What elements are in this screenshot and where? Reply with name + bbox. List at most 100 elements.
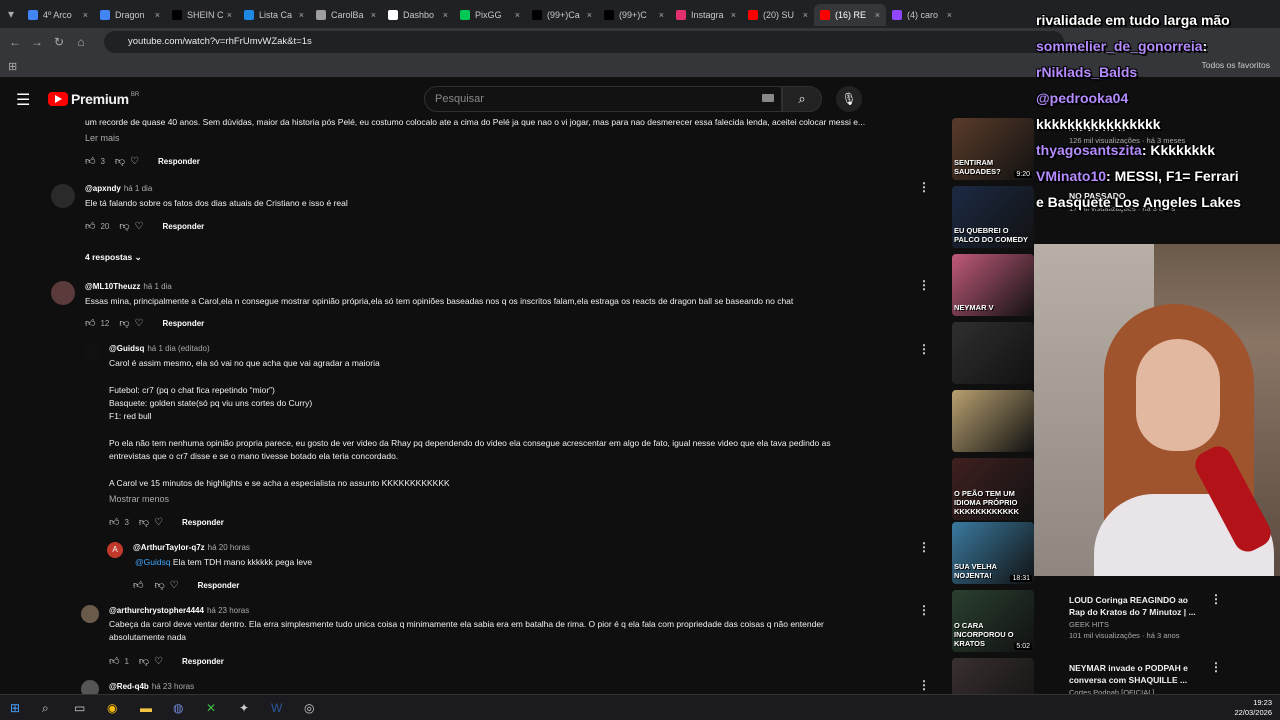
comment-author[interactable]: @apxndy há 1 dia [85, 184, 152, 193]
channel-name[interactable]: GEEK HITS [1069, 620, 1201, 629]
tab-close-icon[interactable]: × [731, 10, 736, 20]
mic-icon[interactable]: 🎙 [836, 86, 862, 112]
comment-menu-icon[interactable]: ⋮ [918, 342, 930, 356]
dislike-icon[interactable]: 👎︎ [119, 317, 129, 329]
reply-button[interactable]: Responder [182, 657, 224, 666]
video-title[interactable]: NEYMAR invade o PODPAH e conversa com SH… [1069, 662, 1201, 686]
home-icon[interactable]: ⌂ [70, 35, 92, 49]
dislike-icon[interactable]: 👎︎ [119, 220, 129, 232]
app-icon[interactable]: ✦ [239, 701, 249, 715]
forward-icon[interactable]: → [26, 35, 48, 49]
xbox-icon[interactable]: ✕ [206, 701, 216, 715]
video-thumbnail[interactable]: EU QUEBREI O PALCO DO COMEDY [952, 186, 1034, 248]
like-icon[interactable]: 👍︎ [109, 516, 119, 528]
like-icon[interactable]: 👍︎ [85, 317, 95, 329]
avatar[interactable] [51, 184, 75, 208]
dislike-icon[interactable]: 👎︎ [139, 516, 149, 528]
heart-icon[interactable]: ♡ [135, 318, 144, 329]
read-more-link[interactable]: Ler mais [85, 133, 120, 143]
reply-button[interactable]: Responder [158, 157, 200, 166]
avatar[interactable] [81, 680, 99, 694]
task-view-icon[interactable]: ▭ [74, 701, 85, 715]
apps-icon[interactable]: ⊞ [8, 60, 17, 73]
tab-close-icon[interactable]: × [587, 10, 592, 20]
reload-icon[interactable]: ↻ [48, 35, 70, 49]
show-less-link[interactable]: Mostrar menos [109, 494, 169, 504]
video-thumbnail[interactable]: O CARA INCORPOROU O KRATOS 5:02 [952, 590, 1034, 652]
keyboard-icon[interactable] [762, 94, 774, 102]
youtube-logo[interactable]: Premium BR [48, 91, 139, 107]
obs-icon[interactable]: ◎ [304, 701, 314, 715]
avatar[interactable] [83, 344, 99, 360]
comment-menu-icon[interactable]: ⋮ [918, 603, 930, 617]
tab-close-icon[interactable]: × [947, 10, 952, 20]
reply-button[interactable]: Responder [162, 222, 204, 231]
video-info[interactable]: NEYMAR invade o PODPAH e conversa com SH… [1069, 662, 1201, 697]
reply-button[interactable]: Responder [198, 581, 240, 590]
tab-close-icon[interactable]: × [659, 10, 664, 20]
tab-close-icon[interactable]: × [83, 10, 88, 20]
search-icon[interactable]: ⌕ [42, 701, 49, 716]
menu-icon[interactable]: ☰ [16, 90, 30, 110]
browser-tab[interactable]: PixGG × [454, 4, 526, 26]
start-icon[interactable]: ⊞ [10, 701, 20, 715]
heart-icon[interactable]: ♡ [135, 221, 144, 232]
dislike-icon[interactable]: 👎︎ [139, 655, 149, 667]
browser-tab[interactable]: (99+)Ca × [526, 4, 598, 26]
video-thumbnail[interactable]: NEYMAR V [952, 254, 1034, 316]
heart-icon[interactable]: ♡ [130, 156, 139, 167]
discord-icon[interactable]: ◍ [173, 701, 183, 715]
browser-tab[interactable]: SHEIN C × [166, 4, 238, 26]
browser-tab[interactable]: Dragon × [94, 4, 166, 26]
browser-tab[interactable]: (16) RE × [814, 4, 886, 26]
url-field[interactable]: youtube.com/watch?v=rhFrUmvWZak&t=1s [104, 31, 1064, 53]
avatar[interactable]: A [107, 542, 123, 558]
browser-tab[interactable]: (99+)C × [598, 4, 670, 26]
like-icon[interactable]: 👍︎ [85, 155, 95, 167]
comment-menu-icon[interactable]: ⋮ [918, 540, 930, 554]
video-info[interactable]: LOUD Coringa REAGINDO ao Rap do Kratos d… [1069, 594, 1201, 640]
chrome-icon[interactable]: ◉ [107, 701, 117, 715]
dislike-icon[interactable]: 👎︎ [115, 155, 125, 167]
tab-close-icon[interactable]: × [803, 10, 808, 20]
comment-author[interactable]: @arthurchrystopher4444 há 23 horas [109, 606, 249, 615]
dislike-icon[interactable]: 👎︎ [154, 579, 164, 591]
avatar[interactable] [81, 605, 99, 623]
browser-tab[interactable]: (20) SU × [742, 4, 814, 26]
video-thumbnail[interactable]: SENTIRAM SAUDADES? 9:20 [952, 118, 1034, 180]
tab-search-icon[interactable]: ▾ [0, 7, 22, 21]
like-icon[interactable]: 👍︎ [133, 579, 143, 591]
reply-button[interactable]: Responder [182, 518, 224, 527]
video-menu-icon[interactable]: ⋮ [1210, 592, 1222, 606]
comment-author[interactable]: @Guidsq há 1 dia (editado) [109, 344, 210, 353]
browser-tab[interactable]: Lista Ca × [238, 4, 310, 26]
tab-close-icon[interactable]: × [371, 10, 376, 20]
browser-tab[interactable]: (4) caro × [886, 4, 958, 26]
video-thumbnail[interactable]: SUA VELHA NOJENTA! 18:31 [952, 522, 1034, 584]
browser-tab[interactable]: CarolBa × [310, 4, 382, 26]
browser-tab[interactable]: Instagra × [670, 4, 742, 26]
comment-menu-icon[interactable]: ⋮ [918, 180, 930, 194]
tab-close-icon[interactable]: × [515, 10, 520, 20]
mention-link[interactable]: @Guidsq [135, 557, 171, 567]
file-explorer-icon[interactable]: ▬ [140, 701, 152, 715]
tab-close-icon[interactable]: × [227, 10, 232, 20]
search-input[interactable]: Pesquisar [424, 86, 782, 112]
browser-tab[interactable]: Dashbo × [382, 4, 454, 26]
tab-close-icon[interactable]: × [875, 10, 880, 20]
video-menu-icon[interactable]: ⋮ [1210, 660, 1222, 674]
word-icon[interactable]: W [271, 701, 282, 715]
heart-icon[interactable]: ♡ [154, 656, 163, 667]
video-thumbnail[interactable]: O PEÃO TEM UM IDIOMA PRÓPRIO KKKKKKKKKKK… [952, 458, 1034, 520]
like-icon[interactable]: 👍︎ [85, 220, 95, 232]
comment-menu-icon[interactable]: ⋮ [918, 278, 930, 292]
comment-menu-icon[interactable]: ⋮ [918, 678, 930, 692]
back-icon[interactable]: ← [4, 35, 26, 49]
browser-tab[interactable]: 4º Arco × [22, 4, 94, 26]
comment-author[interactable]: @ML10Theuzz há 1 dia [85, 282, 172, 291]
tab-close-icon[interactable]: × [155, 10, 160, 20]
avatar[interactable] [51, 281, 75, 305]
tab-close-icon[interactable]: × [299, 10, 304, 20]
like-icon[interactable]: 👍︎ [109, 655, 119, 667]
comment-author[interactable]: @ArthurTaylor-q7z há 20 horas [133, 543, 250, 552]
